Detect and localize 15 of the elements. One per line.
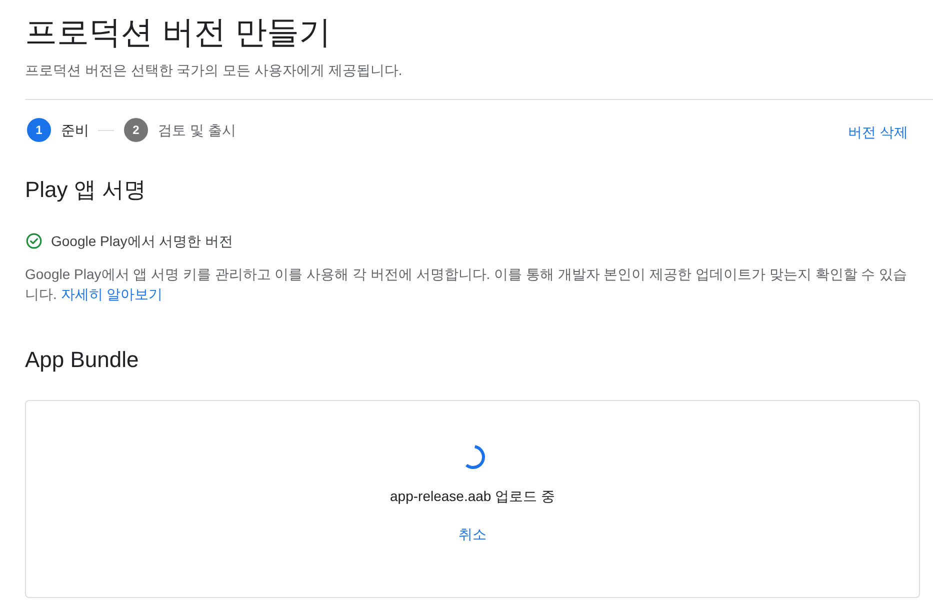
- learn-more-link[interactable]: 자세히 알아보기: [60, 286, 163, 302]
- step-label: 준비: [61, 121, 89, 140]
- section-heading: App Bundle: [25, 346, 139, 374]
- upload-status: app-release.aab 업로드 중: [390, 487, 555, 506]
- step-number: 1: [27, 118, 51, 142]
- section-heading: Play 앱 서명: [25, 176, 146, 204]
- page-title: 프로덕션 버전 만들기: [25, 13, 331, 52]
- signing-status: Google Play에서 서명한 버전: [51, 232, 234, 251]
- signing-description: Google Play에서 앱 서명 키를 관리하고 이를 사용해 각 버전에 서명합니다. 이를 통해 개발자 본인이 제공한 업데이트가 맞는지 확인할 수 있습니다. 자세히 알아보기: [25, 265, 908, 304]
- cancel-link[interactable]: 취소: [458, 524, 486, 544]
- page-subtitle: 프로덕션 버전은 선택한 국가의 모든 사용자에게 제공됩니다.: [25, 61, 402, 80]
- step-number: 2: [124, 118, 148, 142]
- delete-version-link[interactable]: 버전 삭제: [848, 122, 908, 142]
- check-circle-icon: [26, 233, 42, 249]
- step-label: 검토 및 출시: [158, 121, 236, 140]
